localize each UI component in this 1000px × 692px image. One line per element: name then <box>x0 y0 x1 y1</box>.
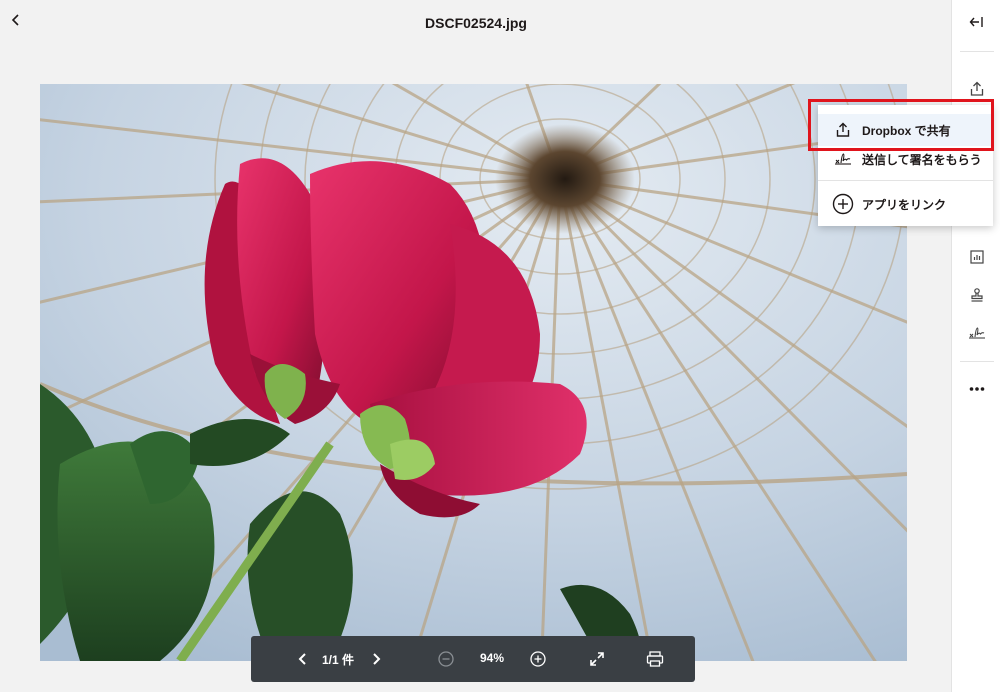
activity-button[interactable] <box>964 244 990 270</box>
print-button[interactable] <box>643 647 667 671</box>
expand-icon <box>590 652 604 666</box>
collapse-panel-icon <box>969 17 983 27</box>
share-icon <box>836 122 850 137</box>
signature-icon <box>969 327 985 339</box>
photo-canvas <box>40 84 907 661</box>
print-icon <box>646 651 664 667</box>
collapse-sidebar-button[interactable] <box>964 9 990 35</box>
chevron-left-icon <box>298 653 306 665</box>
previous-file-button[interactable] <box>291 647 315 671</box>
file-title: DSCF02524.jpg <box>425 15 527 31</box>
menu-divider <box>818 180 993 181</box>
image-preview[interactable] <box>40 84 907 661</box>
viewer-header: DSCF02524.jpg <box>0 0 952 52</box>
share-menu: Dropbox で共有 送信して署名をもらう アプリをリンク <box>818 105 993 226</box>
request-signature-button[interactable] <box>964 320 990 346</box>
signature-icon <box>835 153 851 165</box>
fullscreen-button[interactable] <box>585 647 609 671</box>
zoom-out-icon <box>438 651 454 667</box>
zoom-out-button[interactable] <box>434 647 458 671</box>
share-with-dropbox-item[interactable]: Dropbox で共有 <box>818 114 993 146</box>
chevron-right-icon <box>373 653 381 665</box>
umbrella-hub <box>495 124 635 234</box>
share-icon <box>970 81 984 96</box>
more-icon <box>969 387 985 391</box>
sidebar-divider <box>960 361 994 362</box>
sidebar-divider <box>960 51 994 52</box>
menu-item-label: 送信して署名をもらう <box>862 152 982 167</box>
stamp-icon <box>971 288 983 302</box>
link-app-item[interactable]: アプリをリンク <box>818 188 993 220</box>
chart-icon <box>970 250 984 264</box>
viewer-toolbar: 1/1 件 94% <box>251 636 695 682</box>
zoom-in-button[interactable] <box>526 647 550 671</box>
share-button[interactable] <box>964 76 990 102</box>
zoom-level: 94% <box>480 651 505 665</box>
zoom-in-icon <box>530 651 546 667</box>
next-file-button[interactable] <box>364 647 388 671</box>
menu-item-label: アプリをリンク <box>862 197 947 212</box>
send-for-signature-item[interactable]: 送信して署名をもらう <box>818 143 993 175</box>
plus-circle-icon <box>832 193 854 215</box>
right-sidebar <box>951 0 1000 692</box>
more-options-button[interactable] <box>964 376 990 402</box>
stamp-button[interactable] <box>964 282 990 308</box>
menu-item-label: Dropbox で共有 <box>862 123 951 138</box>
page-indicator: 1/1 件 <box>322 653 355 667</box>
